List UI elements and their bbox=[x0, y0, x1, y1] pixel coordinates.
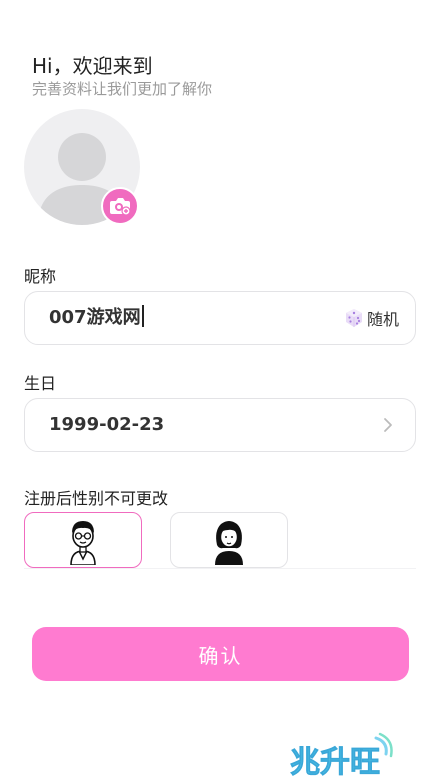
chevron-right-icon bbox=[384, 418, 392, 432]
text-caret bbox=[141, 305, 144, 327]
random-nickname-button[interactable]: 随机 bbox=[344, 292, 399, 344]
greeting-subtitle: 完善资料让我们更加了解你 bbox=[32, 80, 213, 98]
nickname-input[interactable]: 007游戏网 bbox=[49, 292, 144, 344]
greeting-title: Hi，欢迎来到 bbox=[32, 54, 153, 78]
nickname-label: 昵称 bbox=[24, 267, 57, 286]
random-label: 随机 bbox=[366, 310, 399, 329]
camera-plus-icon[interactable] bbox=[101, 187, 139, 225]
watermark-logo: 兆升旺 bbox=[290, 732, 393, 780]
nickname-value: 007游戏网 bbox=[49, 307, 141, 328]
birthday-label: 生日 bbox=[24, 374, 57, 393]
birthday-value: 1999-02-23 bbox=[49, 414, 165, 435]
birthday-field[interactable]: 1999-02-23 bbox=[24, 398, 416, 452]
gender-option-male[interactable] bbox=[24, 512, 142, 568]
divider bbox=[24, 568, 416, 569]
avatar-upload[interactable] bbox=[24, 109, 140, 225]
gender-label: 注册后性别不可更改 bbox=[24, 489, 169, 508]
watermark-text: 兆升旺 bbox=[290, 745, 380, 780]
confirm-button[interactable]: 确认 bbox=[32, 627, 409, 681]
female-avatar-icon bbox=[215, 521, 243, 565]
gender-option-female[interactable] bbox=[170, 512, 288, 568]
male-avatar-icon bbox=[70, 521, 96, 565]
nickname-field[interactable]: 007游戏网 随机 bbox=[24, 291, 416, 345]
dice-icon bbox=[345, 309, 362, 327]
